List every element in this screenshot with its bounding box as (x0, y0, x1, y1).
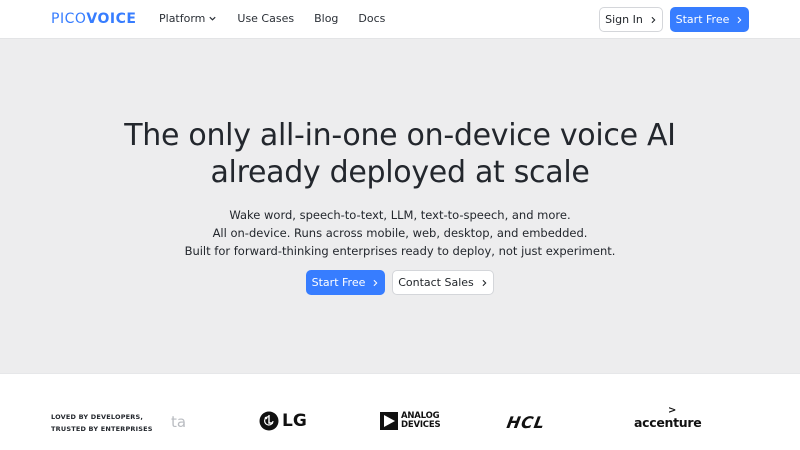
nav-item-label: Platform (159, 12, 206, 25)
adi-triangle-icon (380, 412, 398, 430)
chevron-down-icon (209, 16, 217, 21)
accenture-wordmark: accenture (634, 415, 702, 430)
lg-logo: LG (259, 411, 307, 431)
analog-devices-logo: ANALOG DEVICES (380, 412, 441, 430)
logo-text-bold: VOICE (86, 11, 137, 27)
chevron-right-icon (651, 16, 656, 23)
customer-logos-band: LOVED BY DEVELOPERS, TRUSTED BY ENTERPRI… (0, 373, 800, 450)
start-free-label: Start Free (675, 13, 730, 26)
chevron-right-icon (373, 279, 378, 286)
logos-tagline: LOVED BY DEVELOPERS, TRUSTED BY ENTERPRI… (51, 411, 153, 435)
lg-wordmark: LG (282, 411, 307, 431)
hero-headline: The only all-in-one on-device voice AI a… (0, 117, 800, 191)
headline-line-2: already deployed at scale (210, 155, 590, 190)
chevron-right-icon (737, 16, 742, 23)
top-navbar: PICOVOICE Platform Use Cases Blog Docs S… (0, 0, 800, 39)
nav-item-blog[interactable]: Blog (314, 12, 338, 25)
analog-devices-wordmark: ANALOG DEVICES (401, 412, 441, 430)
accenture-mark: > (668, 405, 677, 416)
lg-face-icon (259, 411, 279, 431)
sign-in-label: Sign In (605, 13, 643, 26)
subtext-line-2: All on-device. Runs across mobile, web, … (212, 226, 588, 240)
nav-item-platform[interactable]: Platform (159, 12, 217, 25)
partial-logo-faded: ta (171, 413, 187, 431)
nav-item-label: Blog (314, 12, 339, 25)
sign-in-button[interactable]: Sign In (599, 7, 663, 32)
accenture-logo: > accenture (634, 405, 702, 431)
hcl-logo: HCL (505, 413, 548, 432)
tagline-line-2: TRUSTED BY ENTERPRISES (51, 425, 153, 433)
nav-item-docs[interactable]: Docs (358, 12, 385, 25)
picovoice-logo[interactable]: PICOVOICE (51, 11, 136, 27)
hero-subtext: Wake word, speech-to-text, LLM, text-to-… (0, 206, 800, 260)
headline-line-1: The only all-in-one on-device voice AI (124, 118, 676, 153)
nav-item-label: Use Cases (237, 12, 295, 25)
main-nav: Platform Use Cases Blog Docs (159, 12, 405, 25)
start-free-button[interactable]: Start Free (670, 7, 749, 32)
hero-start-free-button[interactable]: Start Free (306, 270, 385, 295)
subtext-line-1: Wake word, speech-to-text, LLM, text-to-… (229, 208, 571, 222)
subtext-line-3: Built for forward-thinking enterprises r… (184, 244, 616, 258)
nav-item-label: Docs (358, 12, 386, 25)
nav-item-use-cases[interactable]: Use Cases (237, 12, 294, 25)
logo-text-light: PICO (51, 11, 87, 27)
chevron-right-icon (482, 279, 487, 286)
hero-start-free-label: Start Free (311, 276, 366, 289)
adi-line-2: DEVICES (401, 420, 441, 430)
contact-sales-button[interactable]: Contact Sales (392, 270, 494, 295)
tagline-line-1: LOVED BY DEVELOPERS, (51, 413, 144, 421)
contact-sales-label: Contact Sales (398, 276, 474, 289)
